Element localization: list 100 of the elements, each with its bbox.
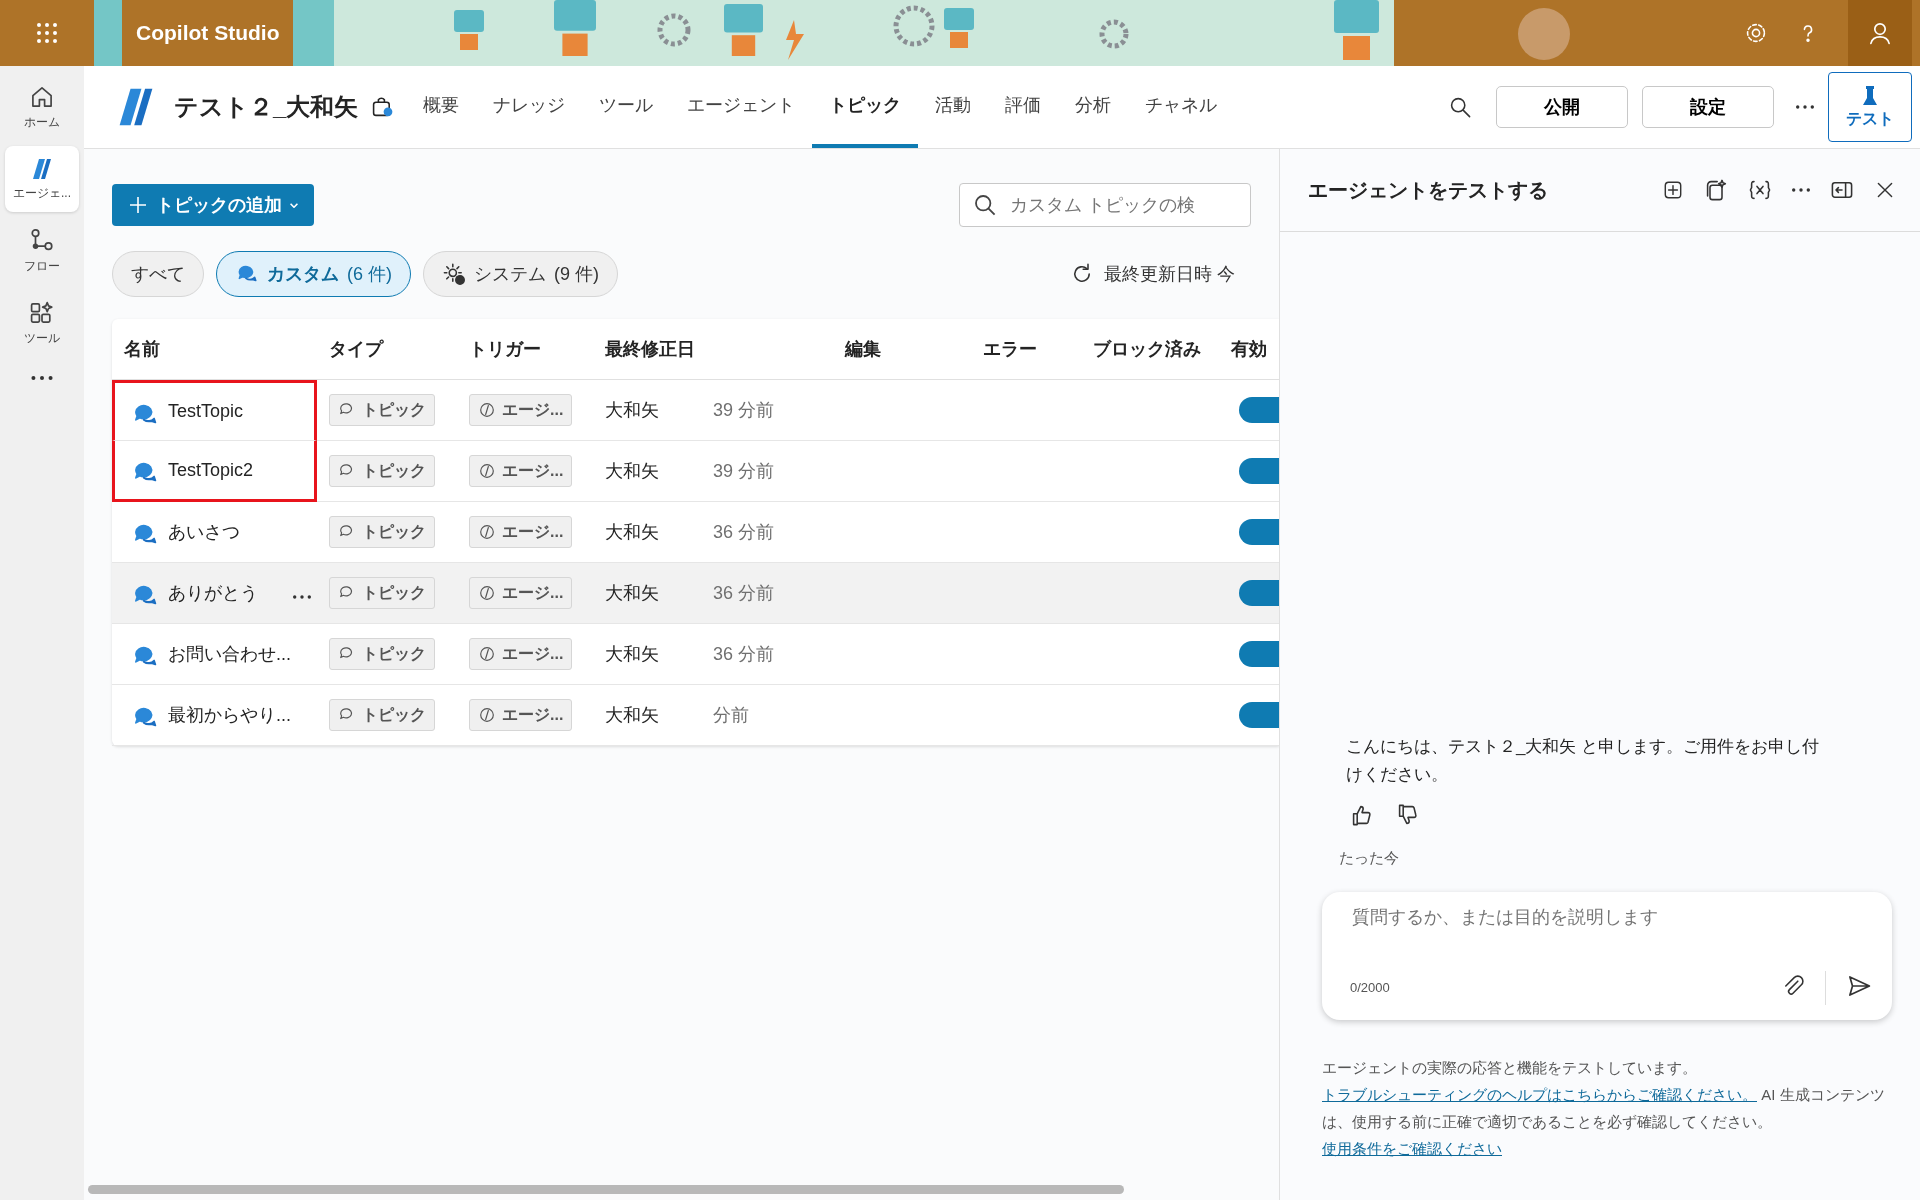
modified-by: 大和矢 [605, 521, 659, 544]
modified-by: 大和矢 [605, 582, 659, 605]
modified-time: 39 分前 [713, 399, 775, 422]
enabled-toggle[interactable] [1239, 702, 1279, 728]
trigger-tag: エージ... [469, 577, 573, 609]
dots-icon [31, 376, 53, 380]
more-icon[interactable] [1796, 105, 1814, 109]
modified-time: 分前 [713, 704, 749, 727]
more-icon[interactable] [31, 376, 53, 380]
scrollbar[interactable] [88, 1185, 1124, 1194]
help-link[interactable]: 使用条件をご確認ください [1322, 1140, 1502, 1157]
profile-icon[interactable] [1848, 0, 1912, 66]
nav-tab[interactable]: チャネル [1128, 66, 1235, 148]
code-icon [478, 584, 496, 602]
settings-button[interactable]: 設定 [1642, 86, 1774, 128]
paper-plane-drawing [1846, 973, 1872, 999]
character-counter: 0/2000 [1350, 980, 1391, 995]
code-icon [478, 523, 496, 541]
dots-icon [1792, 188, 1810, 192]
gear-drawing [1744, 21, 1768, 45]
panel-title: エージェントをテストする [1308, 177, 1549, 203]
message-field[interactable]: 質問するか、または目的を説明します [1350, 906, 1876, 929]
dots-icon [1796, 105, 1814, 109]
nav-tab[interactable]: ツール [582, 66, 671, 148]
last-updated-text: 最終更新日時 今 [1104, 263, 1235, 286]
type-tag: トピック [329, 516, 435, 548]
enabled-toggle[interactable] [1239, 458, 1279, 484]
column-header[interactable]: エラー [971, 319, 1081, 380]
type-tag: トピック [329, 577, 435, 609]
type-tag: トピック [329, 699, 435, 731]
new-chat-icon[interactable] [1662, 179, 1684, 201]
modified-time: 39 分前 [713, 460, 775, 483]
nav-tab[interactable]: エージェント [670, 66, 813, 148]
nav-tab[interactable]: 分析 [1058, 66, 1129, 148]
column-header[interactable]: 編集 [833, 319, 971, 380]
nav-tab[interactable]: ナレッジ [476, 66, 583, 148]
magnifier-drawing [1448, 95, 1472, 119]
more-icon[interactable] [1792, 188, 1810, 192]
column-header[interactable]: タイプ [317, 319, 457, 380]
caret-icon [290, 202, 298, 208]
sidebar-item[interactable]: フロー [5, 218, 79, 284]
plus-icon [128, 195, 148, 215]
code-icon [478, 706, 496, 724]
nav-tab[interactable]: 評価 [988, 66, 1059, 148]
topic-name-cell[interactable]: ありがとう [112, 563, 317, 624]
topic-name-cell[interactable]: TestTopic [112, 380, 317, 441]
filter-chip[interactable]: すべて [112, 251, 204, 297]
help-link[interactable]: トラブルシューティングのヘルプはこちらからご確認ください。 [1322, 1086, 1757, 1103]
test-button[interactable]: テスト [1828, 72, 1912, 142]
logo-icon [30, 156, 54, 181]
message-timestamp: たった今 [1339, 849, 1400, 868]
topic-name-cell[interactable]: TestTopic2 [112, 441, 317, 502]
enabled-toggle[interactable] [1239, 519, 1279, 545]
topic-name-cell[interactable]: お問い合わせ... [112, 624, 317, 685]
enabled-toggle[interactable] [1239, 641, 1279, 667]
nav-tab[interactable]: 概要 [406, 66, 477, 148]
variables-icon[interactable] [1748, 178, 1772, 202]
type-tag: トピック [329, 394, 435, 426]
trigger-tag: エージ... [469, 638, 573, 670]
add-topic-button[interactable]: トピックの追加 [112, 184, 314, 226]
cards-drawing [1704, 178, 1728, 202]
filter-chip[interactable]: カスタム (6 件) [216, 251, 411, 297]
code-icon [478, 462, 496, 480]
trigger-tag: エージ... [469, 394, 573, 426]
enabled-toggle[interactable] [1239, 397, 1279, 423]
gear-icon [442, 262, 466, 286]
person-drawing [1867, 20, 1893, 46]
modified-by: 大和矢 [605, 643, 659, 666]
modified-time: 36 分前 [713, 521, 775, 544]
disclaimer-text: エージェントの実際の応答と機能をテストしています。 トラブルシューティングのヘルプはこちらからご確認ください。 AI 生成コンテンツは、使用する前に正確で適切であることを必ず確認してください。 使用条件をご確認ください [1322, 1058, 1886, 1159]
app-title: Copilot Studio [122, 0, 294, 66]
enabled-toggle[interactable] [1239, 580, 1279, 606]
topic-name-cell[interactable]: 最初からやり... [112, 685, 317, 746]
search-field[interactable]: カスタム トピックの検 [959, 183, 1251, 227]
search-icon[interactable] [1448, 95, 1472, 119]
hand-drawing [1396, 803, 1420, 827]
sparkle-cards-icon[interactable] [1704, 178, 1728, 202]
column-header[interactable]: 最終修正日 [593, 319, 833, 380]
modified-by: 大和矢 [605, 399, 659, 422]
agent-name: テスト２_大和矢 [174, 92, 359, 122]
column-header[interactable]: 名前 [112, 319, 317, 380]
type-tag: トピック [329, 455, 435, 487]
sidebar-item[interactable]: ツール [5, 290, 79, 356]
modified-time: 36 分前 [713, 643, 775, 666]
column-header[interactable]: ブロック済み [1081, 319, 1219, 380]
publish-button[interactable]: 公開 [1496, 86, 1628, 128]
flask-icon [1860, 84, 1880, 107]
filter-chip[interactable]: システム (9 件) [423, 251, 618, 297]
nav-tab[interactable]: 活動 [918, 66, 989, 148]
column-header[interactable]: トリガー [457, 319, 593, 380]
sidebar-item[interactable]: ホーム [5, 74, 79, 140]
apps-icon [29, 299, 55, 326]
trigger-tag: エージ... [469, 455, 573, 487]
hand-drawing [1350, 803, 1374, 827]
bot-message: こんにちは、テスト２_大和矢 と申します。ご用件をお申し付けください。 [1346, 736, 1821, 786]
modified-by: 大和矢 [605, 704, 659, 727]
settings-icon[interactable] [1744, 21, 1768, 45]
thumbs-up-icon[interactable] [1350, 803, 1374, 827]
modified-by: 大和矢 [605, 460, 659, 483]
thumbs-down-icon[interactable] [1396, 803, 1420, 827]
